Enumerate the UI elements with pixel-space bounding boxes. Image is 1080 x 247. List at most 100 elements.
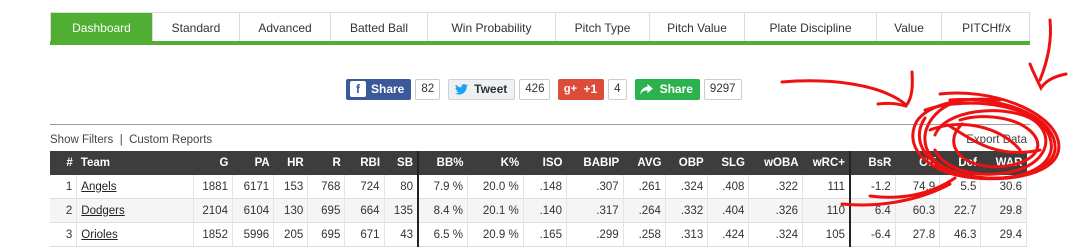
table-cell: .299 xyxy=(566,222,624,247)
column-header-bsr[interactable]: BsR xyxy=(849,151,896,175)
tweet-count: 426 xyxy=(519,78,551,100)
table-cell: .261 xyxy=(623,175,666,199)
team-link[interactable]: Orioles xyxy=(76,222,194,247)
table-cell: 22.7 xyxy=(939,198,982,223)
table-cell: .264 xyxy=(623,198,666,223)
column-header-hr[interactable]: HR xyxy=(273,151,308,175)
table-cell: .317 xyxy=(566,198,624,223)
table-cell: 6.4 xyxy=(849,198,896,223)
column-header-r[interactable]: R xyxy=(307,151,345,175)
column-header-k[interactable]: K% xyxy=(467,151,524,175)
tab-batted-ball[interactable]: Batted Ball xyxy=(331,13,428,42)
google-plus-count: 4 xyxy=(608,78,627,100)
column-header-bb[interactable]: BB% xyxy=(418,151,468,175)
column-header-sb[interactable]: SB xyxy=(384,151,420,175)
column-header-wrc[interactable]: wRC+ xyxy=(802,151,851,175)
filters-links: Show Filters | Custom Reports xyxy=(50,134,212,146)
column-header-off[interactable]: Off xyxy=(895,151,940,175)
table-cell: 724 xyxy=(344,175,385,199)
table-cell: .408 xyxy=(707,175,750,199)
column-header-team[interactable]: Team xyxy=(76,151,194,175)
table-cell: 671 xyxy=(344,222,385,247)
table-cell: 43 xyxy=(384,222,420,247)
table-cell: -1.2 xyxy=(849,175,896,199)
table-cell: 695 xyxy=(307,198,346,223)
table-cell: 7.9 % xyxy=(418,175,469,199)
table-cell: 29.8 xyxy=(980,198,1027,223)
table-cell: 110 xyxy=(802,198,851,223)
google-plus-icon: g+ xyxy=(563,83,578,95)
tab-win-probability[interactable]: Win Probability xyxy=(428,13,556,42)
table-cell: 135 xyxy=(384,198,420,223)
tweet-button[interactable]: Tweet xyxy=(448,78,516,100)
column-header-babip[interactable]: BABIP xyxy=(566,151,624,175)
tab-dashboard[interactable]: Dashboard xyxy=(51,13,153,42)
table-cell: 105 xyxy=(802,222,851,247)
tab-pitch-type[interactable]: Pitch Type xyxy=(556,13,650,42)
share-count: 9297 xyxy=(703,78,742,100)
show-filters-link[interactable]: Show Filters xyxy=(50,134,113,146)
tab-advanced[interactable]: Advanced xyxy=(240,13,331,42)
column-header-iso[interactable]: ISO xyxy=(523,151,567,175)
table-header-row: # Team G PA HR R RBI SB BB% K% ISO BABIP AVG OBP SLG wO… xyxy=(50,151,1027,175)
tab-bar: Dashboard Standard Advanced Batted Ball Win … xyxy=(50,12,1030,42)
annotation-arrow-left xyxy=(780,79,907,106)
tab-value[interactable]: Value xyxy=(877,13,942,42)
table-cell: 205 xyxy=(273,222,309,247)
table-cell: 6171 xyxy=(232,175,275,199)
table-cell: 695 xyxy=(307,222,346,247)
table-cell: 20.0 % xyxy=(467,175,524,199)
facebook-share-count: 82 xyxy=(415,78,441,100)
export-data-link[interactable]: Export Data xyxy=(966,134,1027,146)
team-link[interactable]: Angels xyxy=(76,175,194,199)
tab-pitch-value[interactable]: Pitch Value xyxy=(650,13,745,42)
table-cell: .140 xyxy=(523,198,567,223)
table-cell: 3 xyxy=(50,222,78,247)
table-cell: 130 xyxy=(273,198,309,223)
table-cell: 2104 xyxy=(193,198,233,223)
table-cell: -6.4 xyxy=(849,222,896,247)
table-cell: 1852 xyxy=(193,222,233,247)
annotation-arrow-left-head xyxy=(876,70,914,108)
share-row: f Share 82 Tweet 426 g+ +1 4 Share 9297 xyxy=(346,78,746,100)
table-cell: .424 xyxy=(707,222,750,247)
table-cell: 74.9 xyxy=(895,175,941,199)
share-arrow-icon xyxy=(639,81,655,97)
table-cell: .324 xyxy=(748,222,804,247)
table-cell: .326 xyxy=(748,198,804,223)
annotation-arrow-right xyxy=(1038,18,1052,82)
column-header-pa[interactable]: PA xyxy=(232,151,274,175)
column-header-def[interactable]: Def xyxy=(939,151,981,175)
annotation-arrow-right-head xyxy=(1028,62,1068,92)
table-cell: 20.1 % xyxy=(467,198,524,223)
table-row: 3 Orioles 1852 5996 205 695 671 43 6.5 % 20.9 % .1… xyxy=(50,222,1027,247)
divider xyxy=(50,124,1030,125)
table-cell: 153 xyxy=(273,175,309,199)
share-button[interactable]: Share xyxy=(634,78,700,100)
google-plus-button[interactable]: g+ +1 xyxy=(558,78,605,100)
table-cell: 30.6 xyxy=(980,175,1027,199)
column-header-g[interactable]: G xyxy=(193,151,233,175)
column-header-slg[interactable]: SLG xyxy=(707,151,749,175)
column-header-avg[interactable]: AVG xyxy=(623,151,666,175)
tab-standard[interactable]: Standard xyxy=(153,13,240,42)
tab-pitchf-x[interactable]: PITCHf/x xyxy=(942,13,1031,42)
custom-reports-link[interactable]: Custom Reports xyxy=(129,134,212,146)
table-cell: 664 xyxy=(344,198,385,223)
table-cell: 1881 xyxy=(193,175,233,199)
column-header-war[interactable]: WAR xyxy=(980,151,1027,175)
column-header-[interactable]: # xyxy=(50,151,77,175)
facebook-share-label: Share xyxy=(371,82,405,96)
facebook-share-button[interactable]: f Share xyxy=(346,78,412,100)
share-label: Share xyxy=(659,82,693,96)
team-link[interactable]: Dodgers xyxy=(76,198,194,223)
table-cell: 60.3 xyxy=(895,198,941,223)
table-cell: 5996 xyxy=(232,222,275,247)
column-header-rbi[interactable]: RBI xyxy=(344,151,385,175)
table-cell: 80 xyxy=(384,175,420,199)
column-header-obp[interactable]: OBP xyxy=(665,151,708,175)
tab-plate-discipline[interactable]: Plate Discipline xyxy=(745,13,877,42)
column-header-woba[interactable]: wOBA xyxy=(748,151,803,175)
stats-table: # Team G PA HR R RBI SB BB% K% ISO BABIP AVG OBP SLG wO… xyxy=(50,151,1027,247)
table-cell: .322 xyxy=(748,175,804,199)
